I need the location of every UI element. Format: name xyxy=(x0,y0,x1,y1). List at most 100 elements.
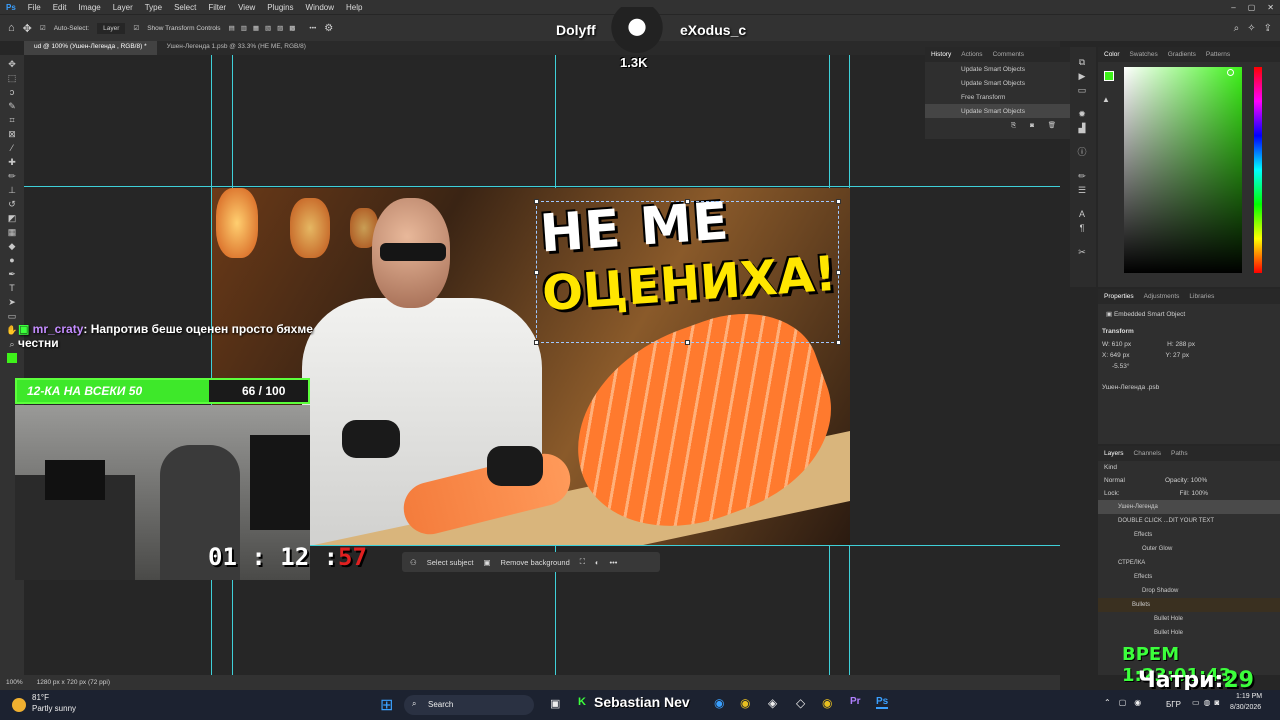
stamp-tool-icon[interactable]: ⊥ xyxy=(5,185,19,195)
tab-properties[interactable]: Properties xyxy=(1104,293,1134,300)
crop-tool-icon[interactable]: ⌗ xyxy=(5,115,19,125)
select-subject-button[interactable]: Select subject xyxy=(427,558,474,567)
adjust-icon[interactable]: ✹ xyxy=(1075,109,1089,119)
weather-desc[interactable]: Partly sunny xyxy=(32,704,76,713)
dodge-tool-icon[interactable]: ● xyxy=(5,255,19,265)
zoom-level[interactable]: 100% xyxy=(6,679,23,686)
eyedropper-icon[interactable]: ⁄ xyxy=(5,143,19,153)
photoshop-icon[interactable]: Ps xyxy=(876,696,889,709)
layers-icon[interactable]: ⧉ xyxy=(1075,57,1089,67)
share-icon[interactable]: ⇪ xyxy=(1264,23,1272,34)
brush-settings-icon[interactable]: ✏ xyxy=(1075,171,1089,181)
move-tool-icon[interactable]: ✥ xyxy=(5,59,19,69)
paragraph-icon[interactable]: ¶ xyxy=(1075,223,1089,233)
search-icon[interactable]: ⌕ xyxy=(1234,23,1240,34)
kick-app-icon[interactable]: K xyxy=(578,696,586,708)
adjust-icon[interactable]: ◐ xyxy=(595,558,600,567)
app-icon[interactable]: ◈ xyxy=(768,696,777,710)
menu-file[interactable]: File xyxy=(22,3,47,12)
remove-background-button[interactable]: Remove background xyxy=(501,558,570,567)
tab-comments[interactable]: Comments xyxy=(993,51,1024,58)
premiere-icon[interactable]: Pr xyxy=(850,696,861,707)
zoom-tool-icon[interactable]: ⌕ xyxy=(5,339,19,349)
width-field[interactable]: W: 610 px xyxy=(1102,341,1131,348)
character-icon[interactable]: A xyxy=(1075,209,1089,219)
menu-select[interactable]: Select xyxy=(168,3,202,12)
mask-icon[interactable]: ⛶ xyxy=(580,557,585,567)
tab-gradients[interactable]: Gradients xyxy=(1168,51,1196,58)
hue-slider[interactable] xyxy=(1254,67,1262,273)
history-item[interactable]: Update Smart Objects xyxy=(925,76,1070,90)
tab-history[interactable]: History xyxy=(931,51,951,58)
history-actions-icons[interactable]: ⎘ ◙ 🗑 xyxy=(925,118,1070,133)
quick-select-icon[interactable]: ✎ xyxy=(5,101,19,111)
color-picker-cursor[interactable] xyxy=(1227,69,1234,76)
tab-actions[interactable]: Actions xyxy=(961,51,982,58)
layer-effects-row[interactable]: Effects xyxy=(1098,528,1280,542)
shape-tool-icon[interactable]: ▭ xyxy=(5,311,19,321)
play-icon[interactable]: ▶ xyxy=(1075,71,1089,81)
hand-tool-icon[interactable]: ✋ xyxy=(5,325,19,335)
gradient-tool-icon[interactable]: ▦ xyxy=(5,227,19,237)
tab-adjustments[interactable]: Adjustments xyxy=(1144,293,1180,300)
opacity-field[interactable]: Opacity: 100% xyxy=(1165,477,1207,484)
language-indicator[interactable]: БГР xyxy=(1166,700,1181,709)
x-field[interactable]: X: 649 px xyxy=(1102,352,1129,359)
tab-libraries[interactable]: Libraries xyxy=(1189,293,1214,300)
history-item[interactable]: Free Transform xyxy=(925,90,1070,104)
layer-row[interactable]: Ушен-Легенда xyxy=(1098,500,1280,514)
angle-field[interactable]: -5.53° xyxy=(1098,361,1280,372)
doc-tab-main[interactable]: ud @ 100% (Ушен-Легенда , RGB/8) * xyxy=(24,41,157,55)
tab-patterns[interactable]: Patterns xyxy=(1206,51,1230,58)
history-item[interactable]: Update Smart Objects xyxy=(925,104,1070,118)
transform-bounding-box[interactable] xyxy=(534,199,841,345)
more-icon[interactable]: ••• xyxy=(610,558,618,567)
menu-filter[interactable]: Filter xyxy=(202,3,232,12)
layer-row[interactable]: DOUBLE CLICK ...DIT YOUR TEXT xyxy=(1098,514,1280,528)
menu-plugins[interactable]: Plugins xyxy=(261,3,299,12)
auto-select-checkbox[interactable]: ☑ xyxy=(40,24,46,32)
eraser-icon[interactable]: ◩ xyxy=(5,213,19,223)
marquee-tool-icon[interactable]: ⬚ xyxy=(5,73,19,83)
comment-icon[interactable]: ▭ xyxy=(1075,85,1089,95)
layer-row[interactable]: Bullet Hole xyxy=(1098,626,1280,640)
layer-effects-row[interactable]: Effects xyxy=(1098,570,1280,584)
transform-handle[interactable] xyxy=(836,199,841,204)
type-tool-icon[interactable]: T xyxy=(5,283,19,293)
tab-paths[interactable]: Paths xyxy=(1171,450,1188,457)
history-brush-icon[interactable]: ↺ xyxy=(5,199,19,209)
transform-handle[interactable] xyxy=(836,270,841,275)
sliders-icon[interactable]: ☰ xyxy=(1075,185,1089,195)
weather-icon[interactable] xyxy=(12,698,26,712)
layer-group-row[interactable]: Bullets xyxy=(1098,598,1280,612)
blur-tool-icon[interactable]: ◆ xyxy=(5,241,19,251)
transform-handle[interactable] xyxy=(534,270,539,275)
lasso-tool-icon[interactable]: ↄ xyxy=(5,87,19,97)
home-icon[interactable]: ⌂ xyxy=(8,22,15,34)
maximize-icon[interactable]: ▢ xyxy=(1242,3,1262,12)
transform-handle[interactable] xyxy=(534,199,539,204)
menu-type[interactable]: Type xyxy=(139,3,168,12)
edge-icon[interactable]: ◉ xyxy=(714,696,724,710)
align-icons[interactable]: ▤▥▦▧▨▩ xyxy=(229,24,302,32)
foreground-color-swatch[interactable] xyxy=(7,353,17,363)
tray-icons[interactable]: ⌃▢◉ xyxy=(1104,698,1149,707)
tab-swatches[interactable]: Swatches xyxy=(1130,51,1158,58)
transform-handle[interactable] xyxy=(685,199,690,204)
menu-edit[interactable]: Edit xyxy=(47,3,73,12)
path-select-icon[interactable]: ➤ xyxy=(5,297,19,307)
menu-layer[interactable]: Layer xyxy=(107,3,139,12)
close-icon[interactable]: ✕ xyxy=(1261,3,1280,12)
tab-channels[interactable]: Channels xyxy=(1134,450,1161,457)
layer-effect-row[interactable]: Drop Shadow xyxy=(1098,584,1280,598)
filter-kind-dropdown[interactable]: Kind xyxy=(1098,461,1280,474)
transform-controls-checkbox[interactable]: ☑ xyxy=(133,24,139,32)
menu-help[interactable]: Help xyxy=(340,3,368,12)
layer-row[interactable]: СТРЕЛКА xyxy=(1098,556,1280,570)
pen-tool-icon[interactable]: ✒ xyxy=(5,269,19,279)
move-tool-icon[interactable]: ✥ xyxy=(23,22,32,35)
menu-image[interactable]: Image xyxy=(72,3,106,12)
frame-tool-icon[interactable]: ⊠ xyxy=(5,129,19,139)
tab-layers[interactable]: Layers xyxy=(1104,450,1124,457)
chrome-icon[interactable]: ◉ xyxy=(822,696,832,710)
